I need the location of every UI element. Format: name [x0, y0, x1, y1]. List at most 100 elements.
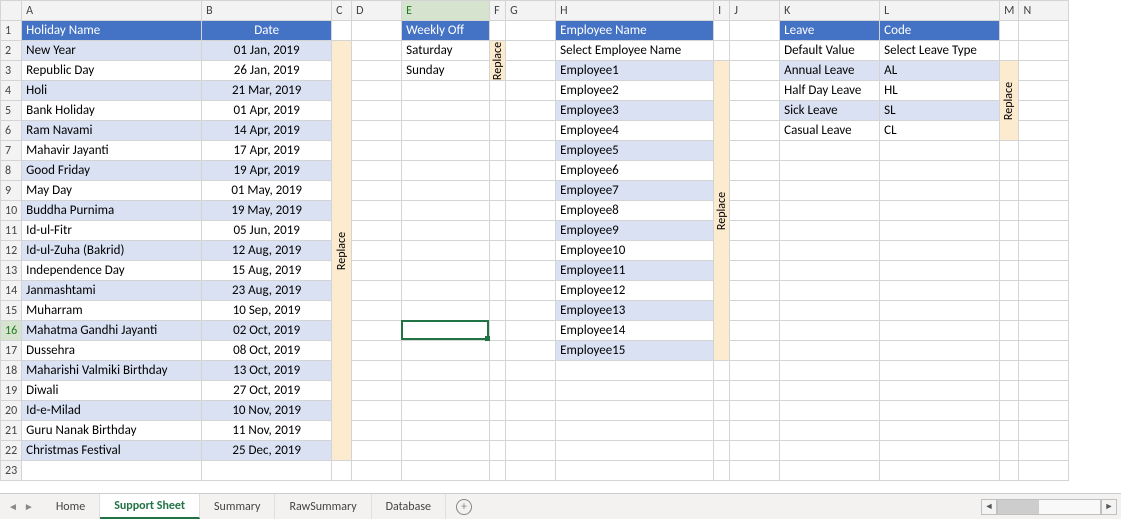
cell-F18[interactable]: [490, 361, 506, 381]
cell-B23[interactable]: [202, 461, 332, 481]
cell-M22[interactable]: [1000, 441, 1019, 461]
cell-H19[interactable]: [556, 381, 714, 401]
cell-I1[interactable]: [714, 21, 730, 41]
cell-K12[interactable]: [780, 241, 880, 261]
cell-F9[interactable]: [490, 181, 506, 201]
column-header-D[interactable]: D: [352, 1, 402, 21]
cell-A17[interactable]: Dussehra: [22, 341, 202, 361]
row-header-13[interactable]: 13: [1, 261, 22, 281]
worksheet-grid[interactable]: ABCDEFGHIJKLMN1Holiday NameDateWeekly Of…: [0, 0, 1121, 493]
cell-H8[interactable]: Employee6: [556, 161, 714, 181]
cell-A14[interactable]: Janmashtami: [22, 281, 202, 301]
cell-L12[interactable]: [880, 241, 1000, 261]
cell-G16[interactable]: [506, 321, 556, 341]
cell-H3[interactable]: Employee1: [556, 61, 714, 81]
cell-G20[interactable]: [506, 401, 556, 421]
cell-K23[interactable]: [780, 461, 880, 481]
row-header-1[interactable]: 1: [1, 21, 22, 41]
cell-M11[interactable]: [1000, 221, 1019, 241]
cell-F12[interactable]: [490, 241, 506, 261]
cell-D19[interactable]: [352, 381, 402, 401]
cell-M8[interactable]: [1000, 161, 1019, 181]
row-header-16[interactable]: 16: [1, 321, 22, 341]
cell-J22[interactable]: [730, 441, 780, 461]
row-header-2[interactable]: 2: [1, 41, 22, 61]
cell-D13[interactable]: [352, 261, 402, 281]
cell-N11[interactable]: [1019, 221, 1069, 241]
cell-J12[interactable]: [730, 241, 780, 261]
cell-J3[interactable]: [730, 61, 780, 81]
cell-H6[interactable]: Employee4: [556, 121, 714, 141]
tab-nav-prev-icon[interactable]: ◄: [8, 500, 18, 513]
cell-A8[interactable]: Good Friday: [22, 161, 202, 181]
cell-L14[interactable]: [880, 281, 1000, 301]
cell-N18[interactable]: [1019, 361, 1069, 381]
row-header-19[interactable]: 19: [1, 381, 22, 401]
cell-A21[interactable]: Guru Nanak Birthday: [22, 421, 202, 441]
row-header-3[interactable]: 3: [1, 61, 22, 81]
cell-N22[interactable]: [1019, 441, 1069, 461]
cell-A3[interactable]: Republic Day: [22, 61, 202, 81]
cell-F17[interactable]: [490, 341, 506, 361]
cell-B12[interactable]: 12 Aug, 2019: [202, 241, 332, 261]
cell-B20[interactable]: 10 Nov, 2019: [202, 401, 332, 421]
cell-M17[interactable]: [1000, 341, 1019, 361]
cell-E11[interactable]: [402, 221, 490, 241]
cell-L13[interactable]: [880, 261, 1000, 281]
cell-K9[interactable]: [780, 181, 880, 201]
cell-B16[interactable]: 02 Oct, 2019: [202, 321, 332, 341]
cell-B21[interactable]: 11 Nov, 2019: [202, 421, 332, 441]
cell-B2[interactable]: 01 Jan, 2019: [202, 41, 332, 61]
cell-L11[interactable]: [880, 221, 1000, 241]
cell-N17[interactable]: [1019, 341, 1069, 361]
cell-N8[interactable]: [1019, 161, 1069, 181]
cell-N7[interactable]: [1019, 141, 1069, 161]
cell-M18[interactable]: [1000, 361, 1019, 381]
cell-H4[interactable]: Employee2: [556, 81, 714, 101]
cell-K4[interactable]: Half Day Leave: [780, 81, 880, 101]
scroll-right-icon[interactable]: ►: [1101, 499, 1117, 515]
cell-G4[interactable]: [506, 81, 556, 101]
cell-G1[interactable]: [506, 21, 556, 41]
cell-F11[interactable]: [490, 221, 506, 241]
cell-G23[interactable]: [506, 461, 556, 481]
row-header-14[interactable]: 14: [1, 281, 22, 301]
cell-F10[interactable]: [490, 201, 506, 221]
cell-K18[interactable]: [780, 361, 880, 381]
cell-A23[interactable]: [22, 461, 202, 481]
scroll-left-icon[interactable]: ◄: [981, 499, 997, 515]
cell-J7[interactable]: [730, 141, 780, 161]
cell-A10[interactable]: Buddha Purnima: [22, 201, 202, 221]
cell-G19[interactable]: [506, 381, 556, 401]
cell-L5[interactable]: SL: [880, 101, 1000, 121]
cell-M21[interactable]: [1000, 421, 1019, 441]
add-sheet-button[interactable]: +: [446, 494, 482, 519]
scroll-track[interactable]: [997, 499, 1101, 515]
cell-K8[interactable]: [780, 161, 880, 181]
cell-B15[interactable]: 10 Sep, 2019: [202, 301, 332, 321]
scroll-thumb[interactable]: [998, 500, 1039, 514]
cell-L9[interactable]: [880, 181, 1000, 201]
cell-M13[interactable]: [1000, 261, 1019, 281]
cell-G2[interactable]: [506, 41, 556, 61]
cell-D7[interactable]: [352, 141, 402, 161]
cell-H2[interactable]: Select Employee Name: [556, 41, 714, 61]
cell-H9[interactable]: Employee7: [556, 181, 714, 201]
cell-A1[interactable]: Holiday Name: [22, 21, 202, 41]
cell-D15[interactable]: [352, 301, 402, 321]
row-header-18[interactable]: 18: [1, 361, 22, 381]
cell-I3[interactable]: Replace: [714, 61, 730, 361]
cell-H21[interactable]: [556, 421, 714, 441]
cell-H20[interactable]: [556, 401, 714, 421]
cell-M12[interactable]: [1000, 241, 1019, 261]
cell-D6[interactable]: [352, 121, 402, 141]
cell-B14[interactable]: 23 Aug, 2019: [202, 281, 332, 301]
cell-G6[interactable]: [506, 121, 556, 141]
cell-E7[interactable]: [402, 141, 490, 161]
cell-A16[interactable]: Mahatma Gandhi Jayanti: [22, 321, 202, 341]
column-header-H[interactable]: H: [556, 1, 714, 21]
cell-H16[interactable]: Employee14: [556, 321, 714, 341]
cell-J4[interactable]: [730, 81, 780, 101]
cell-K11[interactable]: [780, 221, 880, 241]
column-header-A[interactable]: A: [22, 1, 202, 21]
